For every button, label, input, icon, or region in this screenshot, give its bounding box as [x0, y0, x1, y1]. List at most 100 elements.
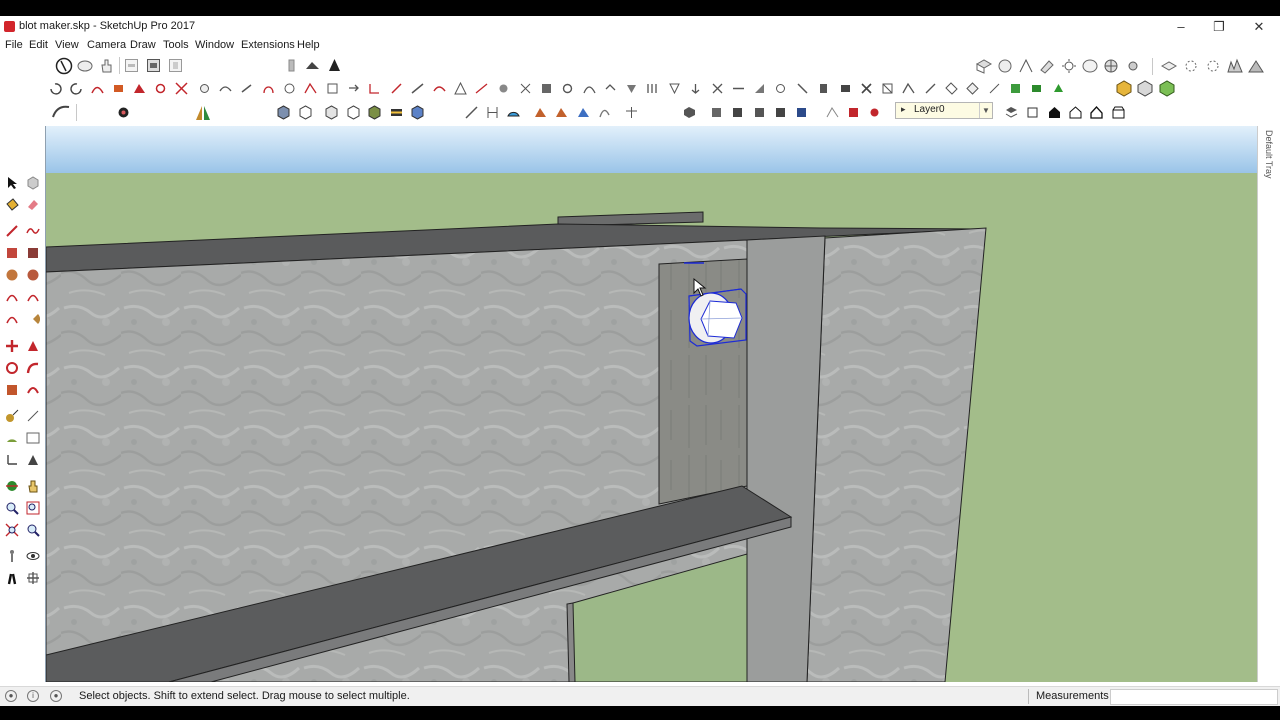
- solid-intersect-icon[interactable]: [324, 105, 339, 120]
- three-point-arc-icon[interactable]: [5, 312, 19, 326]
- storefront-icon[interactable]: [1111, 105, 1126, 120]
- section-plane-icon[interactable]: [124, 58, 139, 73]
- scale-icon[interactable]: [624, 105, 639, 120]
- tool-icon-24[interactable]: [539, 81, 554, 96]
- menu-window[interactable]: Window: [195, 39, 234, 51]
- push-pull-tool-icon[interactable]: [26, 339, 40, 353]
- tool-icon-46[interactable]: [1008, 81, 1023, 96]
- section-plane-tool-icon[interactable]: [26, 571, 40, 585]
- make-component-icon[interactable]: [1136, 79, 1154, 97]
- tool-icon-27[interactable]: [603, 81, 618, 96]
- sandbox-add-detail-icon[interactable]: [867, 105, 882, 120]
- tool-icon-14[interactable]: [325, 81, 340, 96]
- tool-icon-30[interactable]: [667, 81, 682, 96]
- tool-icon-36[interactable]: [795, 81, 810, 96]
- eraser-icon[interactable]: [26, 198, 40, 212]
- scale-tool-icon[interactable]: [5, 383, 19, 397]
- redo-icon[interactable]: [69, 81, 84, 96]
- two-point-arc-icon[interactable]: [26, 290, 40, 304]
- close-button[interactable]: ✕: [1240, 16, 1278, 38]
- text-tool-icon[interactable]: [26, 431, 40, 445]
- zoom-extents-icon[interactable]: [5, 523, 19, 537]
- camera-top-icon[interactable]: [682, 105, 697, 120]
- undo-icon[interactable]: [48, 81, 63, 96]
- solid-split-icon[interactable]: [389, 105, 404, 120]
- move-tool-icon[interactable]: [5, 339, 19, 353]
- style-hidden-line-icon[interactable]: [1038, 58, 1056, 74]
- solid-icon-7[interactable]: [410, 105, 425, 120]
- make-component-tool-icon[interactable]: [26, 176, 40, 190]
- sandbox-drape-icon[interactable]: [825, 105, 840, 120]
- rotate-icon[interactable]: [597, 105, 612, 120]
- sandbox-stamp-icon[interactable]: [1247, 58, 1265, 74]
- follow-me-tool-icon[interactable]: [26, 361, 40, 375]
- tool-icon-33[interactable]: [731, 81, 746, 96]
- tool-icon-4[interactable]: [111, 81, 126, 96]
- pie-icon[interactable]: [26, 312, 40, 326]
- pan-tool-icon[interactable]: [26, 479, 40, 493]
- polygon-icon[interactable]: [26, 268, 40, 282]
- walk-icon[interactable]: [5, 571, 19, 585]
- tool-icon-13[interactable]: [303, 81, 318, 96]
- sketchup-logo-icon[interactable]: [55, 57, 73, 75]
- layer-manager-icon[interactable]: [1004, 105, 1019, 120]
- sun-settings-icon[interactable]: [1124, 58, 1142, 74]
- tape-measure-icon[interactable]: [464, 105, 479, 120]
- menu-file[interactable]: File: [5, 39, 23, 51]
- sandbox-scratch-icon[interactable]: [1204, 58, 1222, 74]
- tool-icon-23[interactable]: [518, 81, 533, 96]
- rotated-rectangle-icon[interactable]: [26, 246, 40, 260]
- tool-icon-37[interactable]: [816, 81, 831, 96]
- camera-back-icon[interactable]: [752, 105, 767, 120]
- dimension-icon[interactable]: [485, 105, 500, 120]
- arc-icon[interactable]: [5, 290, 19, 304]
- freehand-icon[interactable]: [26, 224, 40, 238]
- follow-me-icon[interactable]: [51, 103, 71, 121]
- tool-icon-35[interactable]: [773, 81, 788, 96]
- views-iso-icon[interactable]: [975, 58, 993, 74]
- measurements-input[interactable]: [1110, 689, 1278, 705]
- tool-icon-18[interactable]: [410, 81, 425, 96]
- modeling-viewport[interactable]: [45, 126, 1258, 682]
- sandbox-from-contours-icon[interactable]: [1182, 58, 1200, 74]
- tool-icon-44[interactable]: [965, 81, 980, 96]
- layer-dropdown-arrow-icon[interactable]: ▼: [979, 103, 992, 118]
- extension-warehouse-icon[interactable]: [327, 58, 342, 73]
- house-outline-icon[interactable]: [1068, 105, 1083, 120]
- tool-icon-32[interactable]: [710, 81, 725, 96]
- fog-icon[interactable]: [1081, 58, 1099, 74]
- maximize-button[interactable]: ❐: [1200, 16, 1238, 38]
- tool-icon-10[interactable]: [239, 81, 254, 96]
- pan-hand-icon[interactable]: [98, 57, 116, 75]
- solid-union-icon[interactable]: [276, 105, 291, 120]
- tool-icon-29[interactable]: [645, 81, 660, 96]
- tool-icon-21[interactable]: [474, 81, 489, 96]
- sandbox-smoove-icon[interactable]: [1226, 58, 1244, 74]
- 3d-text-tool-icon[interactable]: [26, 453, 40, 467]
- menu-extensions[interactable]: Extensions: [241, 39, 295, 51]
- rectangle-icon[interactable]: [5, 246, 19, 260]
- geo-location-status-icon[interactable]: ●: [5, 690, 17, 702]
- tool-icon-15[interactable]: [346, 81, 361, 96]
- walkthrough-icon[interactable]: [1160, 58, 1178, 74]
- tool-icon-31[interactable]: [688, 81, 703, 96]
- tool-icon-12[interactable]: [282, 81, 297, 96]
- scene-canvas[interactable]: [46, 126, 1258, 682]
- style-xray-icon[interactable]: [996, 58, 1014, 74]
- tool-icon-25[interactable]: [560, 81, 575, 96]
- rotate-tool-icon[interactable]: [5, 361, 19, 375]
- camera-right-icon[interactable]: [730, 105, 745, 120]
- orbit-icon[interactable]: [76, 57, 94, 75]
- tool-icon-26[interactable]: [582, 81, 597, 96]
- tool-icon-47[interactable]: [1029, 81, 1044, 96]
- tool-icon-17[interactable]: [389, 81, 404, 96]
- camera-left-icon[interactable]: [773, 105, 788, 120]
- solid-trim-icon[interactable]: [367, 105, 382, 120]
- tool-icon-7[interactable]: [174, 81, 189, 96]
- component-box-icon[interactable]: [1115, 79, 1133, 97]
- previous-view-icon[interactable]: [26, 523, 40, 537]
- menu-tools[interactable]: Tools: [163, 39, 189, 51]
- dimension-tool-icon[interactable]: [26, 409, 40, 423]
- home-icon[interactable]: [1047, 105, 1062, 120]
- offset-tool-icon[interactable]: [26, 383, 40, 397]
